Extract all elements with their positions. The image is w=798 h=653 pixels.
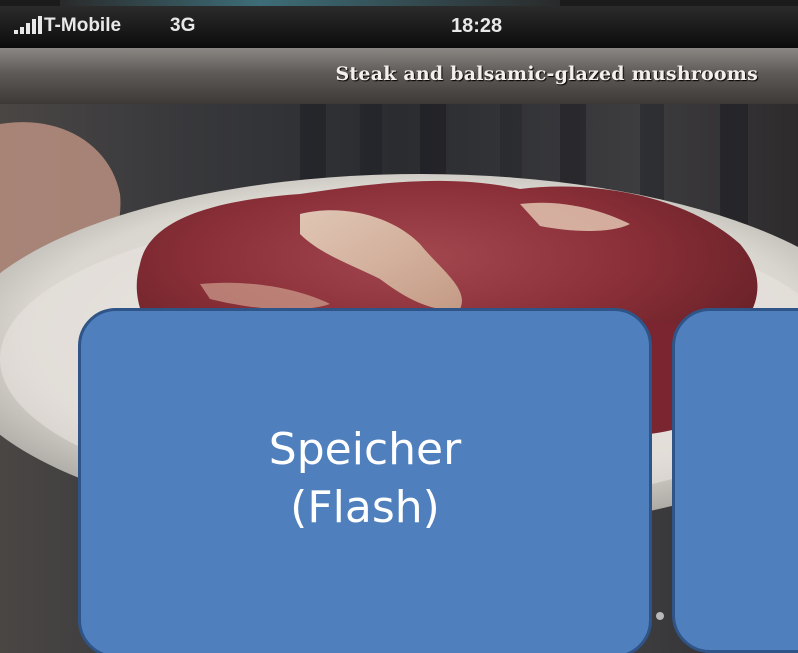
flash-storage-label: Speicher (Flash) (81, 421, 649, 537)
flash-storage-label-line2: (Flash) (290, 482, 440, 533)
status-time: 18:28 (451, 15, 503, 37)
signal-bars-icon (14, 16, 42, 34)
status-bar: T-Mobile 3G 18:28 (0, 6, 798, 48)
network-type: 3G (170, 15, 196, 36)
flash-storage-label-line1: Speicher (268, 424, 462, 475)
flash-storage-box: Speicher (Flash) (78, 308, 652, 653)
carrier-name: T-Mobile (44, 15, 122, 36)
page-indicator-dot (656, 612, 664, 620)
secondary-box (672, 308, 798, 653)
title-bar: Steak and balsamic-glazed mushrooms (0, 48, 798, 104)
phone-screen: T-Mobile 3G 18:28 Steak and balsamic-gla… (0, 0, 798, 653)
recipe-title: Steak and balsamic-glazed mushrooms (335, 63, 758, 85)
